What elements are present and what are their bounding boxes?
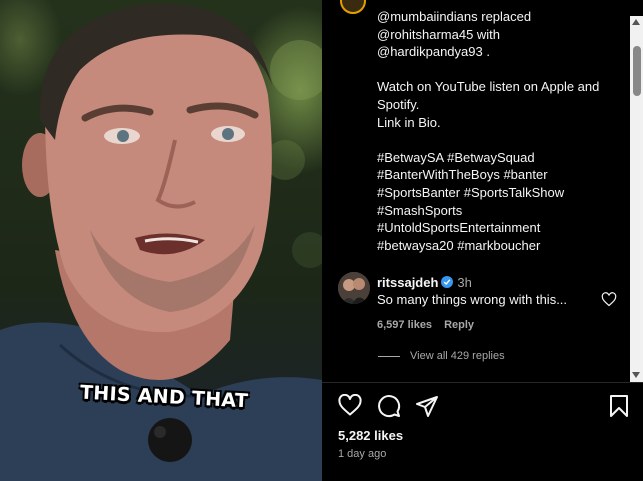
bookmark-icon[interactable] bbox=[609, 394, 629, 423]
post-caption: @mumbaiindians replaced @rohitsharma45 w… bbox=[377, 9, 600, 253]
divider bbox=[322, 382, 643, 383]
video-player[interactable]: THIS AND THAT bbox=[0, 0, 322, 481]
post-panel: @mumbaiindians replaced @rohitsharma45 w… bbox=[322, 0, 643, 481]
comment-likes[interactable]: 6,597 likes bbox=[377, 319, 432, 331]
scroll-up-icon[interactable] bbox=[632, 19, 640, 25]
video-frame bbox=[0, 4, 322, 481]
comment-text: So many things wrong with this... bbox=[377, 292, 568, 307]
verified-icon bbox=[441, 276, 454, 288]
scrollbar[interactable] bbox=[630, 16, 643, 382]
share-icon[interactable] bbox=[415, 394, 439, 423]
author-avatar[interactable] bbox=[340, 0, 366, 14]
scroll-down-icon[interactable] bbox=[632, 372, 640, 378]
avatar-image bbox=[338, 272, 370, 304]
avatar[interactable] bbox=[338, 272, 370, 304]
comments-scroll-area[interactable]: @mumbaiindians replaced @rohitsharma45 w… bbox=[322, 0, 630, 382]
view-replies-button[interactable]: View all 429 replies bbox=[378, 350, 505, 362]
post-date: 1 day ago bbox=[338, 448, 387, 460]
reply-button[interactable]: Reply bbox=[444, 319, 474, 331]
comment-icon[interactable] bbox=[377, 394, 401, 423]
likes-count[interactable]: 5,282 likes bbox=[338, 428, 403, 443]
action-bar bbox=[322, 393, 643, 423]
comment-time: 3h bbox=[457, 275, 472, 290]
scrollbar-thumb[interactable] bbox=[633, 46, 641, 96]
comment-username[interactable]: ritssajdeh bbox=[377, 275, 438, 290]
comment-heart-icon[interactable] bbox=[601, 292, 617, 312]
heart-icon[interactable] bbox=[338, 393, 362, 422]
